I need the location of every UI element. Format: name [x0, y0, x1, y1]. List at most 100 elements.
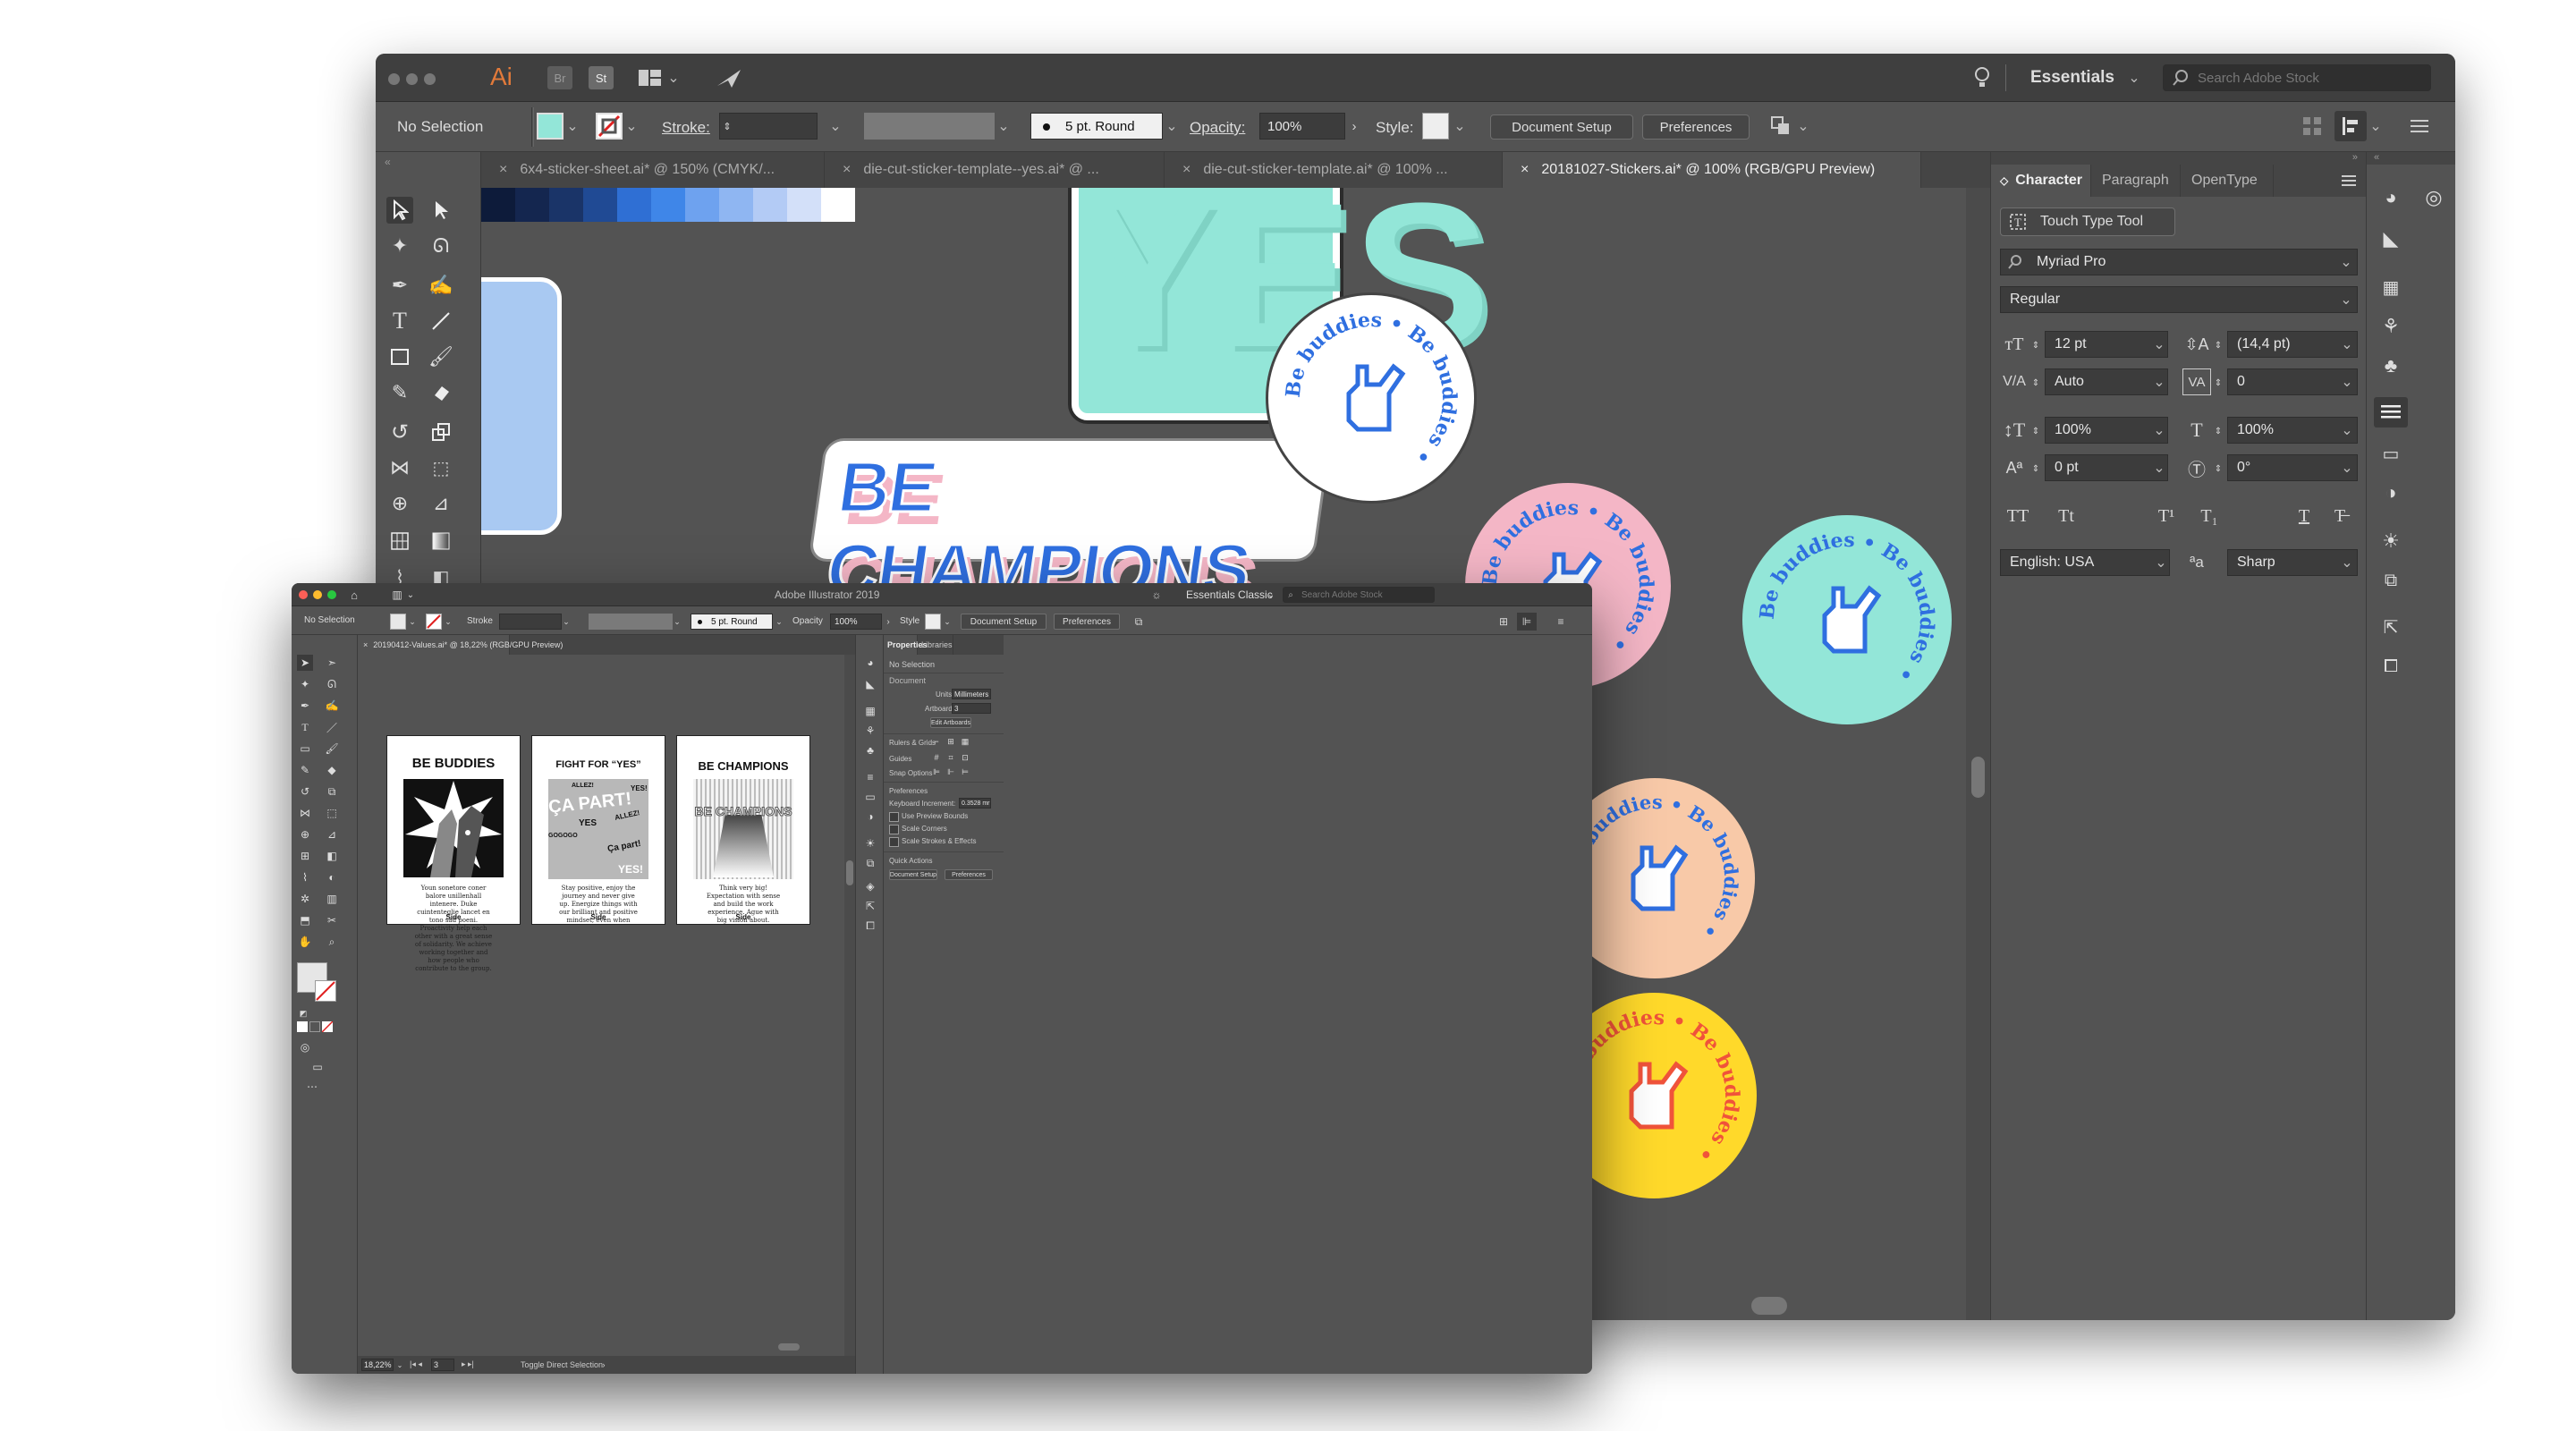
scale-corners-checkbox[interactable] [889, 825, 899, 834]
symbols-icon[interactable]: ♣ [862, 742, 878, 758]
stepper-icon[interactable]: ⇕ [721, 114, 733, 138]
arrange-documents-icon[interactable]: ▥ [390, 587, 404, 603]
chevron-down-icon[interactable]: ⌄ [1165, 114, 1179, 138]
chevron-down-icon[interactable]: ⌄ [408, 614, 417, 630]
layers-icon[interactable]: ◈ [862, 878, 878, 894]
stepper-icon[interactable]: ⇕ [2213, 334, 2224, 356]
workspace-switcher[interactable]: Essentials [2030, 68, 2114, 88]
transparency-icon[interactable]: ◑ [862, 809, 878, 825]
vertical-scale-field[interactable]: 100% [2045, 417, 2168, 444]
baseline-shift-field[interactable]: 0 pt [2045, 454, 2168, 481]
transparency-grid-icon[interactable]: ▦ [959, 735, 971, 748]
chevron-down-icon[interactable]: ⌄ [2340, 333, 2354, 356]
font-style-field[interactable]: Regular [2000, 286, 2358, 313]
language-select[interactable]: English: USA [2000, 549, 2170, 576]
workspace-switcher[interactable]: Essentials Classic [1186, 588, 1273, 601]
close-icon[interactable] [388, 73, 400, 85]
tracking-field[interactable]: 0 [2227, 368, 2358, 395]
rotate-tool-icon[interactable]: ↺ [297, 783, 313, 800]
swatch[interactable] [753, 188, 787, 222]
color-themes-icon[interactable]: ◕ [862, 655, 878, 671]
rotate-tool-icon[interactable]: ↺ [386, 419, 413, 445]
stroke-label[interactable]: Stroke: [662, 119, 710, 137]
scale-strokes-effects-checkbox[interactable] [889, 837, 899, 847]
maximize-icon[interactable] [424, 73, 436, 85]
perspective-grid-tool-icon[interactable]: ⊿ [324, 826, 340, 843]
selection-tool-icon[interactable]: ➤ [297, 655, 313, 671]
collapse-icon[interactable]: « [385, 156, 391, 168]
stepper-icon[interactable]: ⇕ [2030, 420, 2041, 442]
swatch[interactable] [515, 188, 549, 222]
artboard-poster[interactable]: BE CHAMPIONS BE CHAMPIONS Think very big… [676, 735, 810, 925]
width-tool-icon[interactable]: ⋈ [297, 805, 313, 821]
swatch[interactable] [617, 188, 651, 222]
gradient-tool-icon[interactable]: ◧ [324, 848, 340, 864]
align-icon[interactable]: ⊫ [1517, 613, 1537, 631]
transform-icon[interactable] [2299, 113, 2326, 140]
chevron-down-icon[interactable]: ⌄ [2152, 370, 2166, 394]
swatch[interactable] [787, 188, 821, 222]
graphic-style-swatch[interactable] [1422, 113, 1449, 140]
transform-icon[interactable]: ⊞ [1496, 614, 1512, 630]
horizontal-scroll-thumb[interactable] [778, 1343, 800, 1351]
stepper-icon[interactable]: ⇕ [2030, 458, 2041, 479]
graphic-styles-icon[interactable]: ⧉ [2376, 565, 2406, 596]
swatch[interactable] [583, 188, 617, 222]
chevron-down-icon[interactable]: ⌄ [406, 587, 415, 603]
blend-tool-icon[interactable]: ◐ [324, 869, 340, 885]
swatch[interactable] [549, 188, 583, 222]
close-icon[interactable]: × [499, 162, 507, 178]
artboard-poster[interactable]: FIGHT FOR “YES” ÇA PART! ALLEZ! YES! YES… [531, 735, 665, 925]
ruler-icon[interactable]: ⌐ [930, 735, 943, 748]
arrange-icon[interactable]: ⧉ [1131, 614, 1147, 630]
snap-to-point-icon[interactable]: ⊫ [930, 766, 943, 778]
creative-cloud-libraries-icon[interactable]: ◎ [2419, 182, 2449, 213]
artboard-tool-icon[interactable]: ⬒ [297, 912, 313, 928]
shaper-tool-icon[interactable]: ✎ [297, 762, 313, 778]
screen-mode-icon[interactable]: ▭ [309, 1059, 326, 1075]
be-champions-sticker[interactable]: BE CHAMPIONS BE CHAMPIONS [810, 441, 1329, 622]
tab-paragraph[interactable]: Paragraph [2091, 165, 2181, 197]
minimize-icon[interactable] [313, 590, 322, 599]
artboards-icon[interactable]: ⧠ [862, 918, 878, 934]
magic-wand-tool-icon[interactable]: ✦ [386, 233, 413, 259]
rectangle-tool-icon[interactable] [386, 343, 413, 370]
magic-wand-tool-icon[interactable]: ✦ [297, 676, 313, 692]
anti-aliasing-select[interactable]: Sharp [2227, 549, 2358, 576]
arrange-icon[interactable] [1767, 113, 1794, 140]
small-caps-button[interactable]: Tt [2048, 503, 2084, 529]
stock-search-input[interactable]: Search Adobe Stock [1283, 587, 1435, 603]
stroke-weight-field[interactable] [499, 614, 562, 630]
width-tool-icon[interactable]: ⋈ [386, 454, 413, 481]
units-select[interactable]: Millimeters [952, 689, 991, 699]
selection-tool-icon[interactable] [386, 197, 413, 224]
chevron-down-icon[interactable]: ⌄ [667, 66, 680, 89]
document-setup-button[interactable]: Document Setup [961, 614, 1046, 630]
chevron-down-icon[interactable]: ⌄ [565, 114, 580, 138]
zoom-field[interactable]: 18,22% [361, 1359, 394, 1371]
chevron-down-icon[interactable]: ⌄ [828, 114, 843, 138]
eyedropper-tool-icon[interactable]: ⌇ [297, 869, 313, 885]
free-transform-tool-icon[interactable]: ⬚ [324, 805, 340, 821]
chevron-down-icon[interactable]: ⌄ [562, 614, 571, 630]
direct-selection-tool-icon[interactable]: ➣ [324, 655, 340, 671]
chevron-down-icon[interactable]: ⌄ [1267, 587, 1275, 603]
stroke-swatch[interactable] [596, 113, 623, 140]
lasso-tool-icon[interactable]: ᘏ [428, 233, 454, 259]
stepper-icon[interactable]: ⇕ [2213, 458, 2224, 479]
color-guide-icon[interactable]: ◣ [2376, 224, 2406, 254]
tab-opentype[interactable]: OpenType [2181, 165, 2274, 197]
bridge-icon[interactable]: Br [547, 66, 572, 89]
appearance-icon[interactable]: ☀ [2376, 526, 2406, 556]
superscript-button[interactable]: T¹ [2148, 503, 2184, 529]
scale-tool-icon[interactable]: ⧉ [324, 783, 340, 800]
subscript-button[interactable]: T₁ [2191, 503, 2227, 529]
zoom-tool-icon[interactable]: ⌕ [324, 934, 340, 950]
artboard-select[interactable]: 3 [952, 703, 991, 714]
chevron-down-icon[interactable]: ⌄ [2338, 288, 2354, 311]
line-tool-icon[interactable] [428, 308, 454, 334]
opacity-label[interactable]: Opacity: [1190, 119, 1245, 137]
artboard-number-field[interactable]: 3 [431, 1359, 454, 1371]
panel-collapse-icon[interactable]: » [1991, 152, 2367, 165]
chevron-down-icon[interactable]: ⌄ [2127, 66, 2141, 89]
